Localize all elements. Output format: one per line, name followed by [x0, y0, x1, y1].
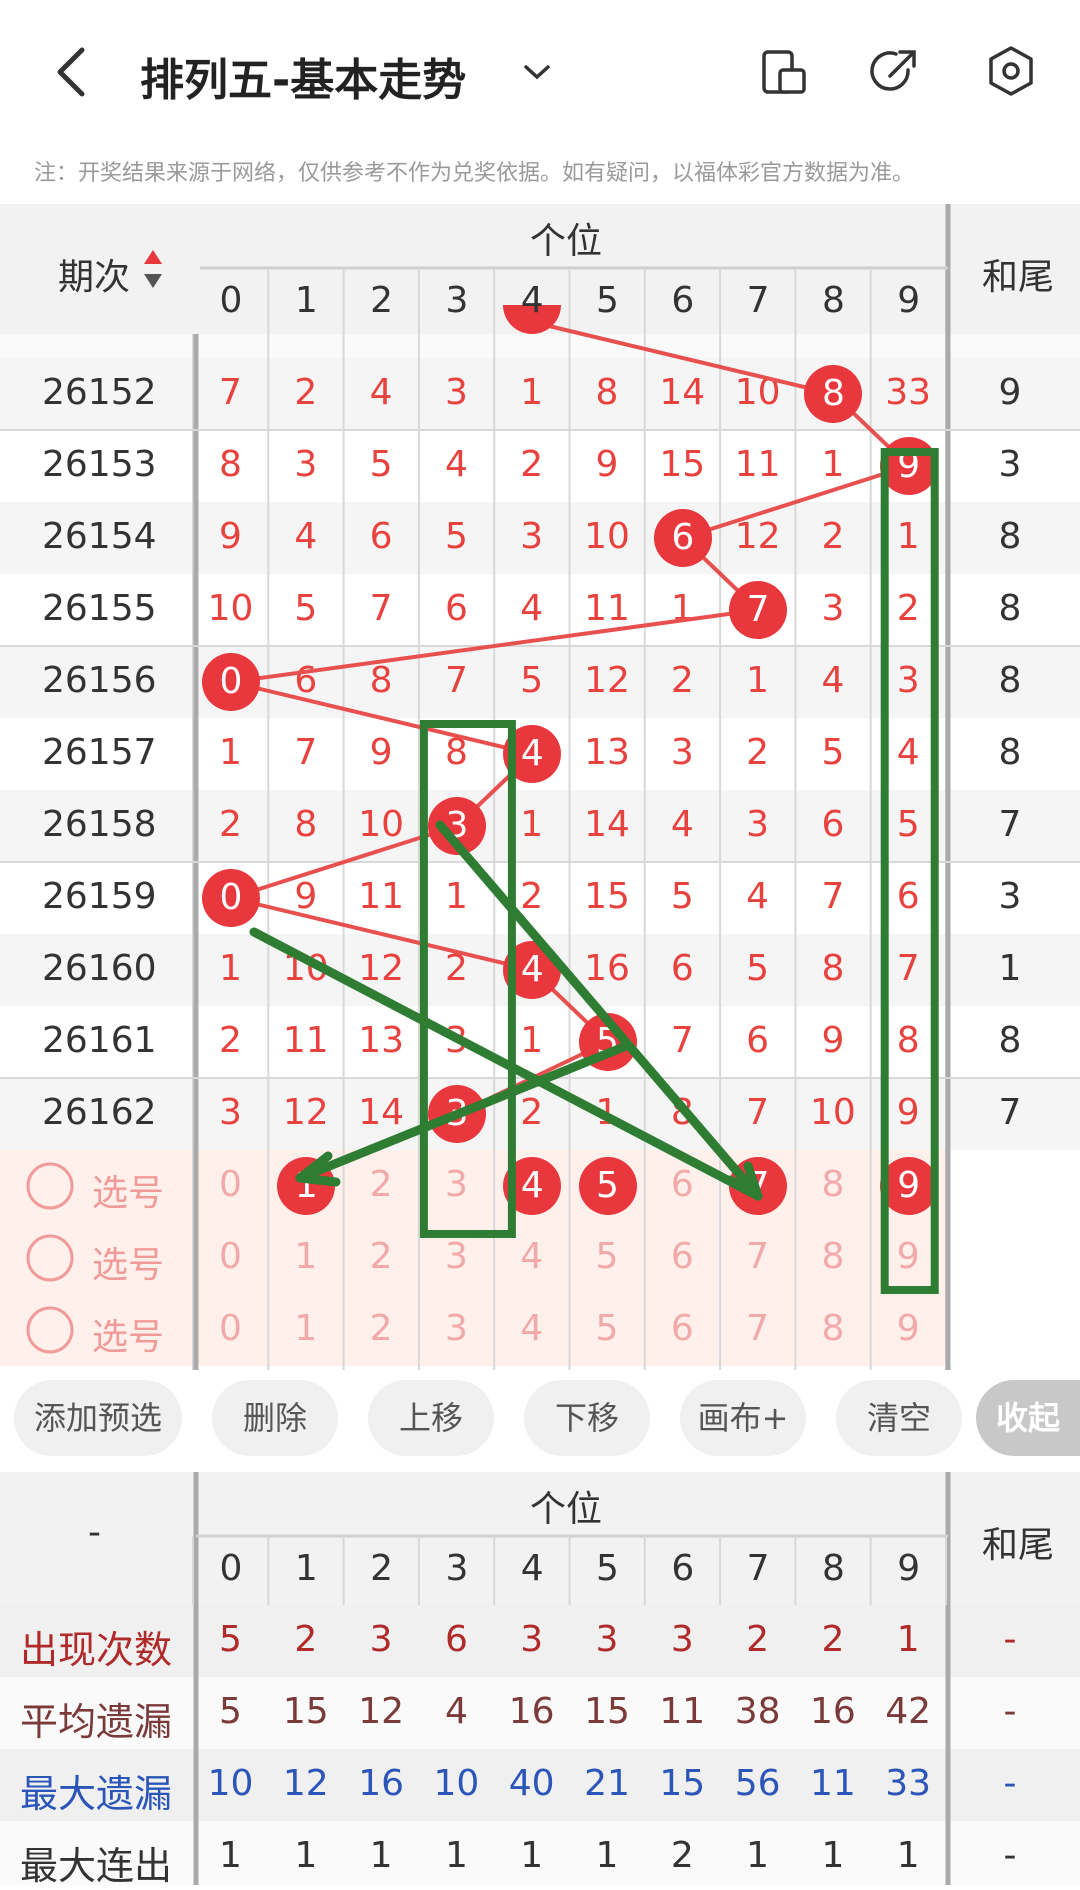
stats-value-cell: 2	[294, 1619, 318, 1660]
stats-value-cell: 4	[444, 1691, 468, 1732]
stats-corner: -	[88, 1512, 101, 1553]
stats-sum-cell: -	[1003, 1763, 1017, 1804]
stats-value-cell: 1	[595, 1835, 619, 1876]
stats-row-label: 最大遗漏	[20, 1772, 173, 1816]
stats-value-cell: 40	[508, 1763, 555, 1804]
stats-value-cell: 5	[219, 1691, 242, 1732]
stats-digit-header: 8	[821, 1548, 845, 1589]
stats-sum-cell: -	[1003, 1691, 1017, 1732]
stats-value-cell: 1	[746, 1835, 770, 1876]
stats-digit-header: 6	[671, 1548, 695, 1589]
stats-grid	[0, 1472, 1080, 1885]
stats-value-cell: 16	[809, 1691, 856, 1732]
stats-value-cell: 21	[584, 1763, 630, 1804]
stats-sum-cell: -	[1003, 1619, 1017, 1660]
stats-value-cell: 1	[369, 1835, 393, 1876]
stats-value-cell: 5	[219, 1619, 242, 1660]
stats-value-cell: 56	[734, 1763, 781, 1804]
stats-value-cell: 15	[282, 1691, 329, 1732]
stats-value-cell: 1	[896, 1619, 920, 1660]
stats-row-label: 最大连出	[20, 1844, 173, 1888]
stats-value-cell: 16	[508, 1691, 555, 1732]
stats-sum-cell: -	[1003, 1835, 1017, 1876]
stats-value-cell: 1	[444, 1835, 468, 1876]
stats-value-cell: 1	[294, 1835, 318, 1876]
stats-digit-header: 2	[370, 1548, 394, 1589]
stats-value-cell: 6	[444, 1619, 468, 1660]
stats-value-cell: 11	[659, 1691, 706, 1732]
stats-value-cell: 16	[358, 1763, 404, 1804]
stats-row-label: 平均遗漏	[20, 1700, 173, 1744]
stats-value-cell: 1	[821, 1835, 845, 1876]
stats-value-cell: 3	[595, 1619, 619, 1660]
stats-value-cell: 1	[219, 1835, 242, 1876]
stats-value-cell: 3	[369, 1619, 393, 1660]
stats-value-cell: 15	[584, 1691, 630, 1732]
stats-value-cell: 15	[659, 1763, 706, 1804]
stats-digit-header: 3	[445, 1548, 469, 1589]
stats-value-cell: 10	[207, 1763, 254, 1804]
stats-value-cell: 12	[358, 1691, 404, 1732]
stats-row-label: 出现次数	[20, 1628, 173, 1672]
stats-digit-header: 0	[219, 1548, 243, 1589]
stats-digit-header: 5	[596, 1548, 619, 1589]
stats-digit-header: 1	[294, 1548, 318, 1589]
stats-value-cell: 1	[896, 1835, 920, 1876]
stats-value-cell: 2	[821, 1619, 845, 1660]
stats-value-cell: 2	[670, 1835, 694, 1876]
stats-sum-header: 和尾	[982, 1525, 1055, 1566]
stats-value-cell: 38	[734, 1691, 781, 1732]
stats-value-cell: 1	[520, 1835, 544, 1876]
stats-value-cell: 2	[746, 1619, 770, 1660]
stats-group-header: 个位	[530, 1489, 603, 1530]
stats-digit-header: 4	[520, 1548, 544, 1589]
stats-value-cell: 3	[520, 1619, 544, 1660]
stats-value-cell: 3	[670, 1619, 694, 1660]
stats-value-cell: 11	[809, 1763, 856, 1804]
stats-value-cell: 10	[433, 1763, 480, 1804]
stats-value-cell: 33	[885, 1763, 932, 1804]
stats-digit-header: 7	[746, 1548, 770, 1589]
stats-digit-header: 9	[897, 1548, 921, 1589]
stats-value-cell: 42	[885, 1691, 932, 1732]
stats-value-cell: 12	[282, 1763, 329, 1804]
